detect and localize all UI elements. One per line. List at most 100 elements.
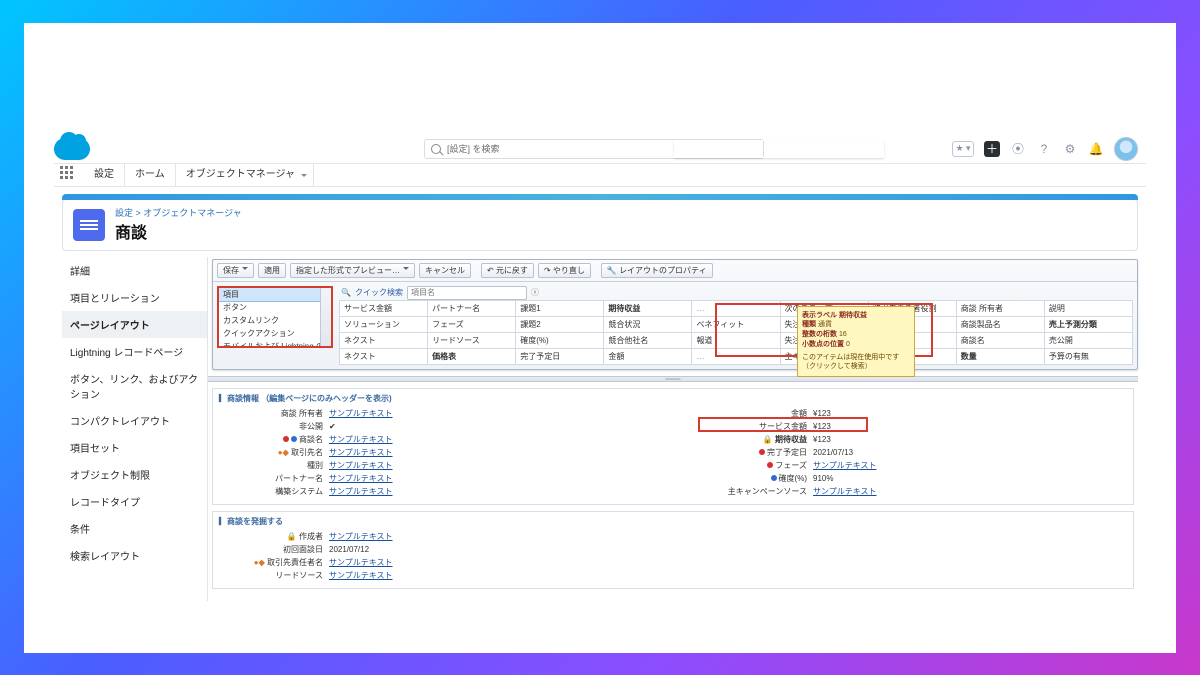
lbl-name: 商談名 — [299, 435, 323, 444]
val-amount[interactable]: ¥123 — [813, 409, 1127, 418]
lbl-amount: 金額 — [703, 408, 813, 419]
help-icon[interactable]: ? — [1036, 141, 1052, 157]
tt-v4: 0 — [846, 341, 850, 348]
palette-cat-mobile[interactable]: モバイルおよび Lightning のアクション — [219, 340, 331, 348]
sidebar-item-lightning[interactable]: Lightning レコードページ — [62, 338, 207, 365]
sidebar-item-searchlay[interactable]: 検索レイアウト — [62, 542, 207, 569]
pf[interactable]: フェーズ — [428, 316, 516, 332]
lbl-svcamt: サービス金額 — [703, 421, 813, 432]
quickfind-clear[interactable]: ⓧ — [531, 287, 539, 298]
pf[interactable]: サービス金額 — [340, 300, 428, 316]
breadcrumb[interactable]: 設定 > オブジェクトマネージャ — [115, 206, 242, 219]
val-closedate[interactable]: 2021/07/13 — [813, 448, 1127, 457]
palette-category-list[interactable]: 項目 ボタン カスタムリンク クイックアクション モバイルおよび Lightni… — [217, 286, 333, 348]
val-svcamt[interactable]: ¥123 — [813, 422, 1127, 431]
sidebar-item-recordtype[interactable]: レコードタイプ — [62, 488, 207, 515]
pf[interactable]: 確度(%) — [516, 332, 604, 348]
pf[interactable]: … — [692, 348, 780, 364]
pf[interactable]: 説明 — [1044, 300, 1132, 316]
pf-expected-revenue[interactable]: 期待収益 — [604, 300, 692, 316]
favorites-button[interactable]: ★ ▾ — [952, 141, 974, 157]
pf[interactable]: 完了予定日 — [516, 348, 604, 364]
tt-l3: 整数の桁数 — [802, 331, 837, 338]
cancel-button[interactable]: キャンセル — [419, 263, 471, 278]
sidebar-item-buttons[interactable]: ボタン、リンク、およびアクション — [62, 365, 207, 407]
palette-resizer[interactable]: ═══ — [208, 376, 1138, 382]
pf[interactable]: 競合状況 — [604, 316, 692, 332]
pf[interactable]: 課題2 — [516, 316, 604, 332]
pf[interactable]: 売公開 — [1044, 332, 1132, 348]
val-owner[interactable]: サンプルテキスト — [329, 408, 643, 419]
tab-setup[interactable]: 設定 — [84, 164, 125, 186]
crumb-sep: > — [133, 208, 143, 218]
sidebar-item-limits[interactable]: オブジェクト制限 — [62, 461, 207, 488]
avatar[interactable] — [1114, 137, 1138, 161]
object-icon — [73, 209, 105, 241]
tab-object-manager[interactable]: オブジェクトマネージャ — [176, 164, 314, 186]
layout-props-button[interactable]: 🔧 レイアウトのプロパティ — [601, 263, 713, 278]
val-prob[interactable]: 910% — [813, 474, 1127, 483]
pf[interactable]: 商談 所有者 — [956, 300, 1044, 316]
val-leadsrc[interactable]: サンプルテキスト — [329, 570, 643, 581]
val-private[interactable] — [329, 422, 643, 431]
tab-home[interactable]: ホーム — [125, 164, 176, 186]
val-system[interactable]: サンプルテキスト — [329, 486, 643, 497]
pf[interactable]: 売上予測分類 — [1044, 316, 1132, 332]
pf[interactable]: ネクスト — [340, 348, 428, 364]
palette-cat-fields[interactable]: 項目 — [218, 287, 332, 302]
field-tooltip: 表示ラベル 期待収益 種類 通貨 整数の桁数 16 小数点の位置 0 このアイテ… — [797, 306, 915, 378]
pf[interactable]: 報道 — [692, 332, 780, 348]
sidebar-item-conditions[interactable]: 条件 — [62, 515, 207, 542]
val-campaign[interactable]: サンプルテキスト — [813, 486, 1127, 497]
tt-l1: 表示ラベル — [802, 312, 837, 319]
preview-button[interactable]: 指定した形式でプレビュー… — [290, 263, 415, 278]
notifications-icon[interactable]: 🔔 — [1088, 141, 1104, 157]
val-partner[interactable]: サンプルテキスト — [329, 473, 643, 484]
val-expected[interactable]: ¥123 — [813, 435, 1127, 444]
pf[interactable]: 金額 — [604, 348, 692, 364]
crumb-objmgr[interactable]: オブジェクトマネージャ — [143, 208, 241, 218]
val-name[interactable]: サンプルテキスト — [329, 434, 643, 445]
global-add-button[interactable]: ＋ — [984, 141, 1000, 157]
pf[interactable]: ベネフィット — [692, 316, 780, 332]
sidebar-item-compact[interactable]: コンパクトレイアウト — [62, 407, 207, 434]
pf[interactable]: 価格表 — [428, 348, 516, 364]
apply-button[interactable]: 適用 — [258, 263, 286, 278]
pf[interactable]: … — [692, 300, 780, 316]
save-button[interactable]: 保存 — [217, 263, 254, 278]
sidebar-item-detail[interactable]: 詳細 — [62, 257, 207, 284]
val-firstmtg[interactable]: 2021/07/12 — [329, 545, 643, 554]
sidebar-item-fields[interactable]: 項目とリレーション — [62, 284, 207, 311]
quickfind-input[interactable] — [407, 286, 527, 300]
pf[interactable]: パートナー名 — [428, 300, 516, 316]
pf[interactable]: 商談製品名 — [956, 316, 1044, 332]
settings-icon[interactable]: ⚙ — [1062, 141, 1078, 157]
undo-button[interactable]: ↶ 元に戻す — [481, 263, 534, 278]
val-creator[interactable]: サンプルテキスト — [329, 531, 643, 542]
redo-button[interactable]: ↷ やり直し — [538, 263, 591, 278]
val-type[interactable]: サンプルテキスト — [329, 460, 643, 471]
palette-cat-quickactions[interactable]: クイックアクション — [219, 327, 331, 340]
app-launcher-icon[interactable] — [60, 166, 78, 184]
pf[interactable]: 数量 — [956, 348, 1044, 364]
lbl-closedate: 完了予定日 — [767, 448, 807, 457]
val-account[interactable]: サンプルテキスト — [329, 447, 643, 458]
pf[interactable]: ネクスト — [340, 332, 428, 348]
palette-field-grid[interactable]: サービス金額 パートナー名 課題1 期待収益 … 次のステップ 取引先責任者役割… — [339, 300, 1133, 365]
sidebar-item-pagelayout[interactable]: ページレイアウト — [62, 311, 207, 338]
palette-cat-buttons[interactable]: ボタン — [219, 301, 331, 314]
crumb-setup[interactable]: 設定 — [115, 208, 133, 218]
pf[interactable]: 予算の有無 — [1044, 348, 1132, 364]
lbl-private: 非公開 — [219, 421, 329, 432]
sidebar-item-fieldset[interactable]: 項目セット — [62, 434, 207, 461]
pf[interactable]: 競合他社名 — [604, 332, 692, 348]
val-contact[interactable]: サンプルテキスト — [329, 557, 643, 568]
pf[interactable]: 課題1 — [516, 300, 604, 316]
camera-icon[interactable]: ⦿ — [1010, 141, 1026, 157]
pf[interactable]: リードソース — [428, 332, 516, 348]
pf[interactable]: ソリューション — [340, 316, 428, 332]
pf[interactable]: 商談名 — [956, 332, 1044, 348]
val-phase[interactable]: サンプルテキスト — [813, 460, 1127, 471]
tt-l4: 小数点の位置 — [802, 341, 844, 348]
palette-cat-customlinks[interactable]: カスタムリンク — [219, 314, 331, 327]
